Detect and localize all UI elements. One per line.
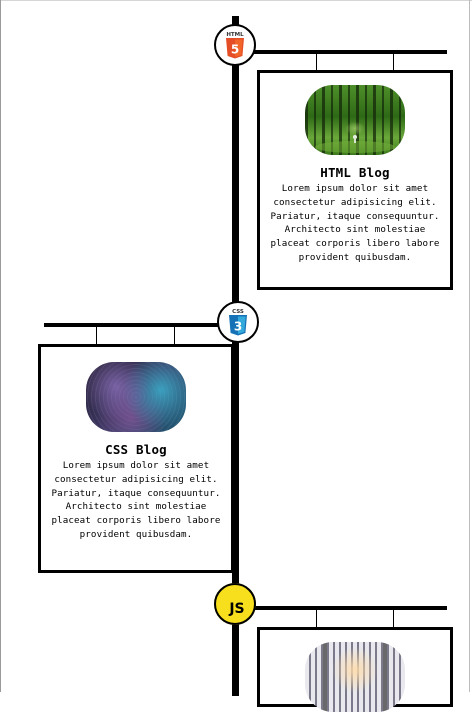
css3-icon: CSS 3 [229, 309, 247, 336]
page-right-border [469, 0, 470, 692]
card-hanger-right [393, 52, 394, 71]
timeline-arm-css [44, 323, 234, 327]
blog-card-css[interactable]: CSS Blog Lorem ipsum dolor sit amet cons… [38, 344, 234, 573]
timeline-arm-html [239, 50, 447, 54]
blog-title: HTML Blog [320, 165, 390, 180]
timeline-node-css: CSS 3 [217, 301, 259, 343]
css3-icon-symbol: 3 [234, 320, 242, 334]
html5-icon-caption: HTML [226, 32, 244, 38]
javascript-icon: JS [214, 583, 256, 625]
card-hanger-right [393, 608, 394, 628]
card-hanger-right [174, 325, 175, 344]
page-left-border [0, 0, 1, 692]
water-droplets-image [86, 362, 186, 432]
blog-description: Lorem ipsum dolor sit amet consectetur a… [51, 460, 221, 540]
page-top-border [0, 0, 472, 1]
timeline-node-html: HTML 5 [214, 24, 256, 66]
interior-room-image [305, 642, 405, 712]
blog-card-html[interactable]: HTML Blog Lorem ipsum dolor sit amet con… [257, 70, 453, 290]
timeline-arm-js [239, 606, 447, 610]
html5-icon-symbol: 5 [231, 43, 239, 57]
javascript-icon-symbol: JS [228, 601, 244, 617]
css3-icon-caption: CSS [232, 309, 244, 315]
card-hanger-left [96, 325, 97, 344]
html5-icon: HTML 5 [226, 32, 244, 59]
card-hanger-left [316, 52, 317, 71]
blog-card-js[interactable] [257, 627, 453, 712]
blog-title: CSS Blog [105, 442, 167, 457]
forest-image [305, 85, 405, 155]
blog-description: Lorem ipsum dolor sit amet consectetur a… [270, 183, 440, 263]
timeline-node-js: JS [214, 583, 256, 625]
card-hanger-left [316, 608, 317, 628]
